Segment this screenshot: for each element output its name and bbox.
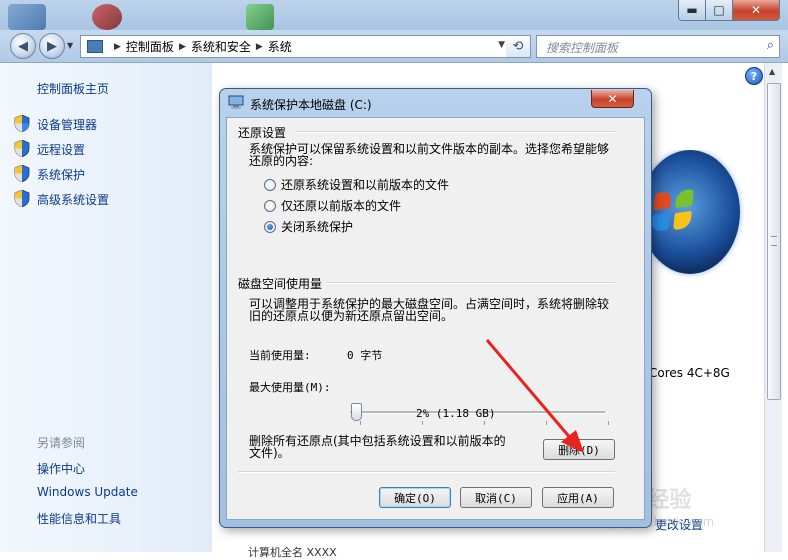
cancel-button-label: 取消(C) (475, 491, 517, 505)
cancel-button[interactable]: 取消(C) (460, 487, 532, 508)
back-arrow-icon: ◀ (18, 38, 28, 54)
delete-description-line2: 文件)。 (249, 446, 290, 460)
vertical-scrollbar[interactable]: ▲ (764, 63, 782, 552)
close-button[interactable]: ✕ (732, 0, 780, 21)
max-usage-readout: 2% (1.18 GB) (416, 407, 496, 420)
radio-label: 还原系统设置和以前版本的文件 (281, 178, 450, 192)
slider-ticks (360, 421, 610, 425)
sidebar-link-advanced-settings[interactable]: 高级系统设置 (37, 191, 109, 208)
sidebar: 控制面板主页 设备管理器 远程设置 系统保护 高级系统设置 另请参阅 操作中心 … (0, 63, 212, 552)
max-usage-slider-thumb[interactable] (351, 403, 363, 421)
search-placeholder: 搜索控制面板 (546, 41, 619, 55)
group-divider (295, 131, 615, 133)
scroll-thumb[interactable] (767, 83, 781, 400)
address-bar[interactable]: ▶ 控制面板 ▶ 系统和安全 ▶ 系统 ▼ (80, 35, 508, 58)
scroll-grip-icon (771, 236, 777, 246)
ok-button-label: 确定(O) (394, 491, 436, 505)
breadcrumb-control-panel[interactable]: 控制面板 (126, 38, 174, 55)
desktop-icon (8, 4, 46, 30)
sidebar-link-control-panel-home[interactable]: 控制面板主页 (37, 80, 109, 97)
forward-arrow-icon: ▶ (47, 38, 57, 54)
windows-flag-icon (653, 190, 672, 211)
dialog-body: 还原设置 系统保护可以保留系统设置和以前文件版本的副本。选择您希望能够 还原的内… (226, 117, 645, 520)
window-title-bar: ▬ □ ✕ (0, 0, 788, 30)
apply-button-label: 应用(A) (557, 491, 599, 505)
processor-info: Cores 4C+8G (649, 366, 730, 380)
minimize-button[interactable]: ▬ (678, 0, 706, 21)
maximize-button[interactable]: □ (705, 0, 733, 21)
maximize-icon: □ (713, 3, 725, 17)
dialog-close-button[interactable]: ✕ (591, 90, 634, 108)
dialog-title: 系统保护本地磁盘 (C:) (250, 98, 372, 112)
uac-shield-icon (14, 190, 30, 207)
chevron-down-icon[interactable]: ▼ (498, 40, 505, 50)
desktop-icon (246, 4, 274, 30)
radio-restore-settings-and-files[interactable]: 还原系统设置和以前版本的文件 (264, 176, 449, 193)
system-protection-dialog: 系统保护本地磁盘 (C:) ✕ 还原设置 系统保护可以保留系统设置和以前文件版本… (219, 88, 652, 528)
restore-description-line2: 还原的内容: (249, 154, 314, 168)
recent-pages-dropdown[interactable]: ▼ (67, 41, 73, 50)
sidebar-link-performance-info[interactable]: 性能信息和工具 (37, 510, 121, 527)
breadcrumb-separator-icon[interactable]: ▶ (256, 42, 263, 52)
group-divider (327, 282, 615, 284)
help-icon[interactable]: ? (745, 67, 763, 85)
refresh-button[interactable]: ⟲ (506, 35, 531, 58)
desktop-icon (92, 4, 122, 30)
breadcrumb-system-security[interactable]: 系统和安全 (191, 38, 251, 55)
breadcrumb-separator-icon[interactable]: ▶ (179, 42, 186, 52)
forward-button[interactable]: ▶ (39, 33, 65, 59)
uac-shield-icon (14, 140, 30, 157)
windows-logo (640, 150, 746, 280)
radio-restore-files-only[interactable]: 仅还原以前版本的文件 (264, 197, 401, 214)
group-divider (238, 471, 615, 473)
max-usage-label: 最大使用量(M): (249, 381, 331, 394)
sidebar-link-action-center[interactable]: 操作中心 (37, 460, 85, 477)
uac-shield-icon (14, 165, 30, 182)
sidebar-link-system-protection[interactable]: 系统保护 (37, 166, 85, 183)
ok-button[interactable]: 确定(O) (379, 487, 451, 508)
delete-button-label: 删除(D) (558, 443, 600, 457)
current-usage-label: 当前使用量: (249, 349, 311, 362)
scroll-up-icon[interactable]: ▲ (769, 67, 775, 76)
restore-settings-heading: 还原设置 (238, 126, 287, 140)
computer-icon (228, 95, 244, 109)
delete-button[interactable]: 删除(D) (543, 439, 615, 460)
radio-label: 关闭系统保护 (281, 220, 354, 234)
current-usage-value: 0 字节 (347, 349, 383, 362)
search-icon[interactable]: ⌕ (767, 38, 774, 53)
close-icon: ✕ (607, 91, 618, 106)
radio-turn-off-protection[interactable]: 关闭系统保护 (264, 218, 353, 235)
minimize-icon: ▬ (686, 3, 698, 17)
sidebar-link-remote-settings[interactable]: 远程设置 (37, 141, 85, 158)
radio-button[interactable] (264, 199, 276, 212)
disk-usage-heading: 磁盘空间使用量 (238, 277, 323, 291)
computer-name-row: 计算机全名 XXXX (248, 546, 337, 559)
uac-shield-icon (14, 115, 30, 132)
disk-description-line2: 旧的还原点以便为新还原点留出空间。 (249, 309, 454, 323)
sidebar-link-device-manager[interactable]: 设备管理器 (37, 116, 97, 133)
control-panel-icon (87, 40, 103, 53)
back-button[interactable]: ◀ (10, 33, 36, 59)
sidebar-link-windows-update[interactable]: Windows Update (37, 485, 138, 499)
refresh-icon: ⟲ (512, 39, 524, 54)
breadcrumb-separator-icon[interactable]: ▶ (114, 42, 121, 52)
search-input[interactable]: 搜索控制面板 ⌕ (536, 35, 780, 58)
radio-button[interactable] (264, 178, 276, 191)
see-also-heading: 另请参阅 (37, 436, 86, 450)
radio-button-selected[interactable] (264, 220, 276, 233)
apply-button[interactable]: 应用(A) (542, 487, 614, 508)
breadcrumb-system[interactable]: 系统 (268, 38, 292, 55)
close-icon: ✕ (750, 3, 762, 17)
navigation-bar: ◀ ▶ ▼ ▶ 控制面板 ▶ 系统和安全 ▶ 系统 ▼ ⟲ 搜索控制面板 ⌕ (0, 30, 788, 63)
radio-label: 仅还原以前版本的文件 (281, 199, 402, 213)
